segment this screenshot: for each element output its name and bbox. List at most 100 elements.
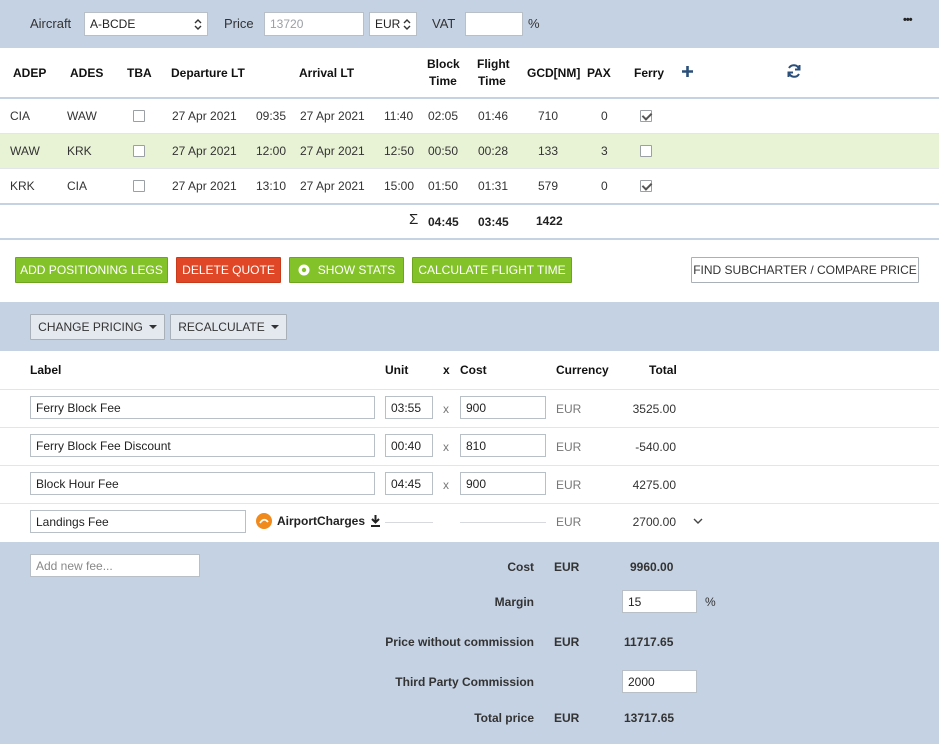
- chevron-down-icon[interactable]: [693, 518, 703, 524]
- third-party-commission-label: Third Party Commission: [395, 675, 534, 689]
- price-without-commission-currency: EUR: [554, 635, 580, 649]
- leg-block: 00:50: [428, 144, 459, 158]
- calculate-flight-time-button[interactable]: CALCULATE FLIGHT TIME: [412, 257, 572, 283]
- cost-value: 9960.00: [630, 560, 674, 574]
- stats-icon: [298, 264, 310, 276]
- margin-input[interactable]: 15: [622, 590, 697, 613]
- leg-pax: 3: [601, 144, 608, 158]
- landing-fee-label-value: Landings Fee: [36, 514, 109, 529]
- fee-cost-input[interactable]: 900: [460, 396, 546, 419]
- pricing-header-total: Total: [649, 363, 677, 377]
- vat-input[interactable]: [465, 12, 523, 36]
- total-price-value: 13717.65: [624, 711, 675, 725]
- leg-arr-date[interactable]: 27 Apr 2021: [300, 179, 365, 193]
- add-fee-input[interactable]: Add new fee...: [30, 554, 200, 577]
- currency-select[interactable]: EUR: [369, 12, 417, 36]
- fee-multiply-sign: x: [443, 402, 449, 416]
- leg-arr-time[interactable]: 11:40: [384, 109, 413, 123]
- chevron-updown-icon: [194, 19, 202, 30]
- fee-label-input[interactable]: Ferry Block Fee Discount: [30, 434, 375, 457]
- aircraft-select-value: A-BCDE: [90, 17, 136, 31]
- fee-unit-input[interactable]: 04:45: [385, 472, 433, 495]
- pricing-toolbar: CHANGE PRICING RECALCULATE: [0, 302, 939, 351]
- show-stats-button[interactable]: SHOW STATS: [289, 257, 404, 283]
- leg-block: 02:05: [428, 109, 459, 123]
- landing-cost-placeholder: [460, 522, 546, 523]
- pricing-header-unit: Unit: [385, 363, 409, 377]
- leg-dep-time[interactable]: 13:10: [256, 179, 286, 193]
- leg-arr-date[interactable]: 27 Apr 2021: [300, 144, 365, 158]
- fee-multiply-sign: x: [443, 440, 449, 454]
- pricing-header-label: Label: [30, 363, 62, 377]
- fee-total: 4275.00: [632, 478, 676, 492]
- leg-flight: 00:28: [478, 144, 509, 158]
- refresh-icon[interactable]: [786, 63, 802, 79]
- pricing-header-currency: Currency: [556, 363, 609, 377]
- leg-ades: KRK: [67, 144, 92, 158]
- leg-dep-date[interactable]: 27 Apr 2021: [172, 179, 237, 193]
- sigma-icon: Σ: [409, 211, 419, 228]
- airport-charges-label: AirportCharges: [277, 514, 366, 528]
- leg-flight: 01:31: [478, 179, 509, 193]
- margin-unit: %: [705, 595, 716, 609]
- leg-ades: WAW: [67, 109, 97, 123]
- tba-checkbox[interactable]: [133, 145, 145, 157]
- total-flight: 03:45: [478, 215, 509, 229]
- add-positioning-legs-button[interactable]: ADD POSITIONING LEGS: [15, 257, 168, 283]
- leg-row: WAW KRK 27 Apr 2021 12:00 27 Apr 2021 12:50 00…: [0, 134, 939, 168]
- cost-currency: EUR: [554, 560, 580, 574]
- header-block-1: Block: [427, 57, 460, 71]
- fee-label-input[interactable]: Ferry Block Fee: [30, 396, 375, 419]
- add-leg-icon[interactable]: [681, 65, 694, 78]
- third-party-commission-input[interactable]: 2000: [622, 670, 697, 693]
- caret-down-icon: [148, 325, 157, 329]
- header-flight-1: Flight: [477, 57, 510, 71]
- top-bar: Aircraft A-BCDE Price 13720 EUR VAT % ••…: [0, 0, 939, 48]
- header-tba: TBA: [127, 66, 152, 80]
- recalculate-button[interactable]: RECALCULATE: [170, 314, 287, 340]
- landing-fee-label-input[interactable]: Landings Fee: [30, 510, 246, 533]
- price-label: Price: [224, 16, 254, 31]
- leg-dep-date[interactable]: 27 Apr 2021: [172, 144, 237, 158]
- ferry-checkbox[interactable]: [640, 110, 652, 122]
- ferry-checkbox[interactable]: [640, 145, 652, 157]
- fee-unit-input[interactable]: 03:55: [385, 396, 433, 419]
- tba-checkbox[interactable]: [133, 180, 145, 192]
- airport-charges-logo-icon: [256, 513, 272, 529]
- header-flight-2: Time: [478, 74, 506, 88]
- currency-select-value: EUR: [375, 17, 401, 31]
- delete-quote-button[interactable]: DELETE QUOTE: [176, 257, 281, 283]
- leg-arr-time[interactable]: 15:00: [384, 179, 414, 193]
- more-icon[interactable]: •••: [903, 14, 913, 26]
- fee-cost-input[interactable]: 810: [460, 434, 546, 457]
- add-fee-placeholder: Add new fee...: [36, 558, 113, 573]
- change-pricing-button[interactable]: CHANGE PRICING: [30, 314, 165, 340]
- leg-adep: WAW: [10, 144, 40, 158]
- show-stats-label: SHOW STATS: [317, 263, 396, 277]
- leg-row: CIA WAW 27 Apr 2021 09:35 27 Apr 2021 11:40 02…: [0, 99, 939, 133]
- aircraft-label: Aircraft: [30, 16, 72, 31]
- leg-arr-date[interactable]: 27 Apr 2021: [300, 109, 365, 123]
- fee-cost-input[interactable]: 900: [460, 472, 546, 495]
- chevron-updown-icon: [403, 19, 411, 30]
- leg-dep-time[interactable]: 12:00: [256, 144, 286, 158]
- find-subcharter-button[interactable]: FIND SUBCHARTER / COMPARE PRICE: [691, 257, 919, 283]
- leg-ades: CIA: [67, 179, 88, 193]
- fee-unit-input[interactable]: 00:40: [385, 434, 433, 457]
- ferry-checkbox[interactable]: [640, 180, 652, 192]
- download-icon[interactable]: [370, 515, 381, 527]
- leg-arr-time[interactable]: 12:50: [384, 144, 414, 158]
- price-without-commission-value: 11717.65: [624, 635, 674, 649]
- header-adep: ADEP: [13, 66, 47, 80]
- airport-charges-link[interactable]: AirportCharges: [256, 513, 381, 529]
- leg-flight: 01:46: [478, 109, 509, 123]
- price-input[interactable]: 13720: [264, 12, 364, 36]
- leg-dep-date[interactable]: 27 Apr 2021: [172, 109, 237, 123]
- aircraft-select[interactable]: A-BCDE: [84, 12, 208, 36]
- tba-checkbox[interactable]: [133, 110, 145, 122]
- leg-dep-time[interactable]: 09:35: [256, 109, 286, 123]
- leg-adep: KRK: [10, 179, 35, 193]
- landing-fee-currency: EUR: [556, 515, 582, 529]
- fee-label-input[interactable]: Block Hour Fee: [30, 472, 375, 495]
- fee-multiply-sign: x: [443, 478, 449, 492]
